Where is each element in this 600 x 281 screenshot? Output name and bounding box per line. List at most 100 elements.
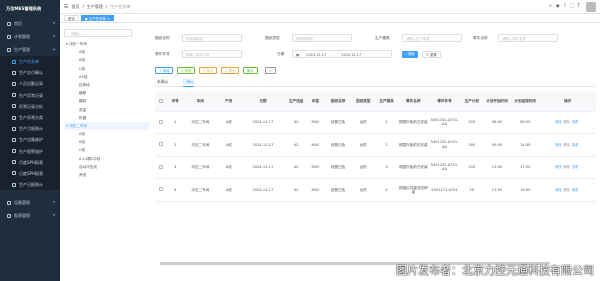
- column-header: 车型: [306, 92, 325, 112]
- tree-node[interactable]: 翻转: [64, 97, 150, 105]
- select-all-checkbox[interactable]: [159, 98, 164, 103]
- row-checkbox[interactable]: [159, 142, 164, 147]
- row-edit-link[interactable]: 修改: [555, 143, 561, 147]
- tree-node[interactable]: 自动冲压线: [64, 163, 150, 171]
- row-view-link[interactable]: 查看: [572, 120, 578, 124]
- font-size-icon[interactable]: T: [577, 4, 580, 9]
- sidebar-item-3[interactable]: 生产任务单: [0, 56, 60, 68]
- export-button[interactable]: ↓ 导出: [221, 66, 240, 74]
- table-cell: 冲压二车间: [183, 156, 218, 180]
- drawing-type-select[interactable]: 请选择图纸: [292, 34, 352, 42]
- sidebar-item-4[interactable]: 生产交付确认: [0, 67, 60, 79]
- sidebar-item-13[interactable]: 日度SPH报表: [0, 167, 60, 180]
- table-row[interactable]: 1 冲压二车间 A线 2024-12-17 A2 M4V 冠冕白色 台阶 1 侧围外板前左安装 54…: [155, 111, 596, 135]
- tree-node[interactable]: C线: [64, 146, 150, 154]
- sidebar-item-6[interactable]: 生产异常记录: [0, 89, 60, 101]
- reset-button[interactable]: ↻ 重置: [422, 50, 441, 58]
- table-row[interactable]: 2 冲压二车间 A线 2024-12-17 A2 M4V 冠冕白色 台阶 2 侧围外板前右安装 54…: [155, 133, 596, 157]
- tree-node[interactable]: A线: [64, 48, 150, 56]
- tree-node[interactable]: B线: [64, 138, 150, 146]
- doc-icon: [12, 115, 16, 120]
- column-header: 操作: [539, 92, 596, 112]
- sidebar-item-9[interactable]: 生产月报统计: [0, 123, 60, 135]
- import-button[interactable]: ↑ 导入: [199, 66, 218, 74]
- tree-node[interactable]: 拉伸线: [64, 81, 150, 89]
- delete-button[interactable]: ✕: [265, 66, 276, 74]
- confirm-button[interactable]: 确认: [243, 66, 258, 74]
- table-cell: A2: [286, 156, 307, 180]
- sidebar-item-11[interactable]: 生产报警维护: [0, 145, 60, 157]
- row-edit-link[interactable]: 修改: [555, 188, 561, 192]
- sidebar-item-1[interactable]: 计划管理 ▾: [0, 30, 60, 43]
- tree-node[interactable]: ▾ 冲压二车间: [64, 121, 150, 131]
- mold-input[interactable]: 请输入生产模具: [402, 34, 462, 42]
- breadcrumb-home[interactable]: 首页: [71, 4, 79, 10]
- sidebar-item-12[interactable]: 月度SPH报表: [0, 156, 60, 168]
- row-checkbox[interactable]: [159, 119, 164, 124]
- tree-node[interactable]: ▾ 冲压一车间: [64, 40, 150, 48]
- avatar[interactable]: [586, 2, 596, 12]
- row-delete-link[interactable]: 删除: [563, 165, 569, 169]
- edit-button[interactable]: ✎ 修改: [177, 66, 196, 74]
- row-view-link[interactable]: 查看: [572, 165, 578, 169]
- sidebar-item-8[interactable]: 生产异常分类: [0, 111, 60, 124]
- tree-node[interactable]: 横移: [64, 89, 150, 97]
- tree-node-label: 拉伸线: [79, 82, 90, 87]
- part-no-input[interactable]: 请输入零件件号: [182, 50, 242, 58]
- tree-node[interactable]: 质量: [64, 106, 150, 114]
- tree-node[interactable]: A5线: [64, 73, 150, 81]
- tree-node[interactable]: A线: [64, 130, 150, 138]
- tree-node[interactable]: C线: [64, 65, 150, 73]
- row-view-link[interactable]: 查看: [572, 143, 578, 147]
- sidebar-item-10[interactable]: 生产设备维护: [0, 134, 60, 146]
- column-header: 生产班组: [286, 92, 307, 112]
- hamburger-icon[interactable]: ☰: [64, 4, 68, 10]
- app-logo: 万位MES管理系统: [6, 6, 42, 11]
- table-cell: 20: [460, 178, 483, 202]
- tag-task-order[interactable]: ● 生产任务单 ×: [80, 14, 114, 22]
- row-checkbox[interactable]: [159, 164, 164, 169]
- add-button[interactable]: + 新增: [155, 66, 174, 74]
- row-edit-link[interactable]: 修改: [555, 165, 561, 169]
- help-icon[interactable]: ?: [564, 4, 566, 9]
- tab-confirmed[interactable]: 已确认: [183, 79, 195, 87]
- tree-node[interactable]: B线: [64, 56, 150, 64]
- table-row[interactable]: 4 冲压二车间 A线 2024-12-17 A2 M4V 冠冕白色 台阶 4 侧围后内翼总成焊接 5…: [155, 178, 596, 202]
- top-right-tools: ⌕ ◉ ? ⛶ T: [549, 3, 580, 10]
- sidebar-item-0[interactable]: 首页 ▾: [0, 17, 60, 30]
- fullscreen-icon[interactable]: ⛶: [570, 3, 573, 9]
- sidebar-item-14[interactable]: 生产日报统计: [0, 179, 60, 191]
- search-icon[interactable]: ⌕: [549, 3, 552, 9]
- tree-node-label: A5线: [79, 74, 88, 79]
- drawing-name-select[interactable]: 请选择图纸: [182, 34, 242, 42]
- tree-node[interactable]: 机器: [64, 114, 150, 122]
- github-icon[interactable]: ◉: [556, 4, 560, 9]
- tree-node[interactable]: A-14模2冲线: [64, 155, 150, 163]
- row-checkbox[interactable]: [159, 187, 164, 192]
- sidebar-item-label: 人员出勤记录: [19, 81, 43, 87]
- tree-node[interactable]: 其他: [64, 171, 150, 179]
- task-table: 序号 车间 产线 日期 生产班组 车型 图纸名称 图纸类型 生产模具 零件名称 零件件号 生产计划 计划…: [155, 92, 596, 202]
- sidebar-item-2[interactable]: 生产管理 ▴: [0, 43, 60, 56]
- tab-unconfirmed[interactable]: 未确认: [157, 79, 168, 85]
- sidebar-item-5[interactable]: 人员出勤记录: [0, 78, 60, 90]
- row-edit-link[interactable]: 修改: [555, 120, 561, 124]
- tree-search-input[interactable]: 请输入: [64, 29, 132, 37]
- search-button[interactable]: ⌕ 搜索: [402, 50, 418, 58]
- row-delete-link[interactable]: 删除: [563, 143, 569, 147]
- table-row[interactable]: 3 冲压二车间 A线 2024-12-17 A2 M4V 冠冕白色 台阶 3 侧围外板前左安装 54…: [155, 156, 596, 180]
- part-name-input[interactable]: 请输入零件名称: [498, 34, 558, 42]
- row-delete-link[interactable]: 删除: [563, 120, 569, 124]
- sidebar-item-16[interactable]: 报表管理 ▾: [0, 209, 60, 222]
- tag-home[interactable]: 首页: [64, 14, 79, 22]
- device-icon: [7, 200, 11, 205]
- row-view-link[interactable]: 查看: [572, 188, 578, 192]
- sidebar-item-15[interactable]: 设备管理 ▾: [0, 196, 60, 209]
- sidebar-item-7[interactable]: 异常记录分析: [0, 100, 60, 112]
- column-header: 序号: [167, 92, 184, 112]
- tree-node-label: 质量: [79, 107, 87, 112]
- tree-node-label: 冲压二车间: [68, 123, 87, 128]
- row-delete-link[interactable]: 删除: [563, 188, 569, 192]
- date-range-picker[interactable]: ▦ 2024-12-17 - 2024-12-17: [292, 50, 392, 58]
- top-bar: ☰ 首页 / 生产管理 / 生产任务单 ⌕ ◉ ? ⛶ T: [60, 0, 600, 14]
